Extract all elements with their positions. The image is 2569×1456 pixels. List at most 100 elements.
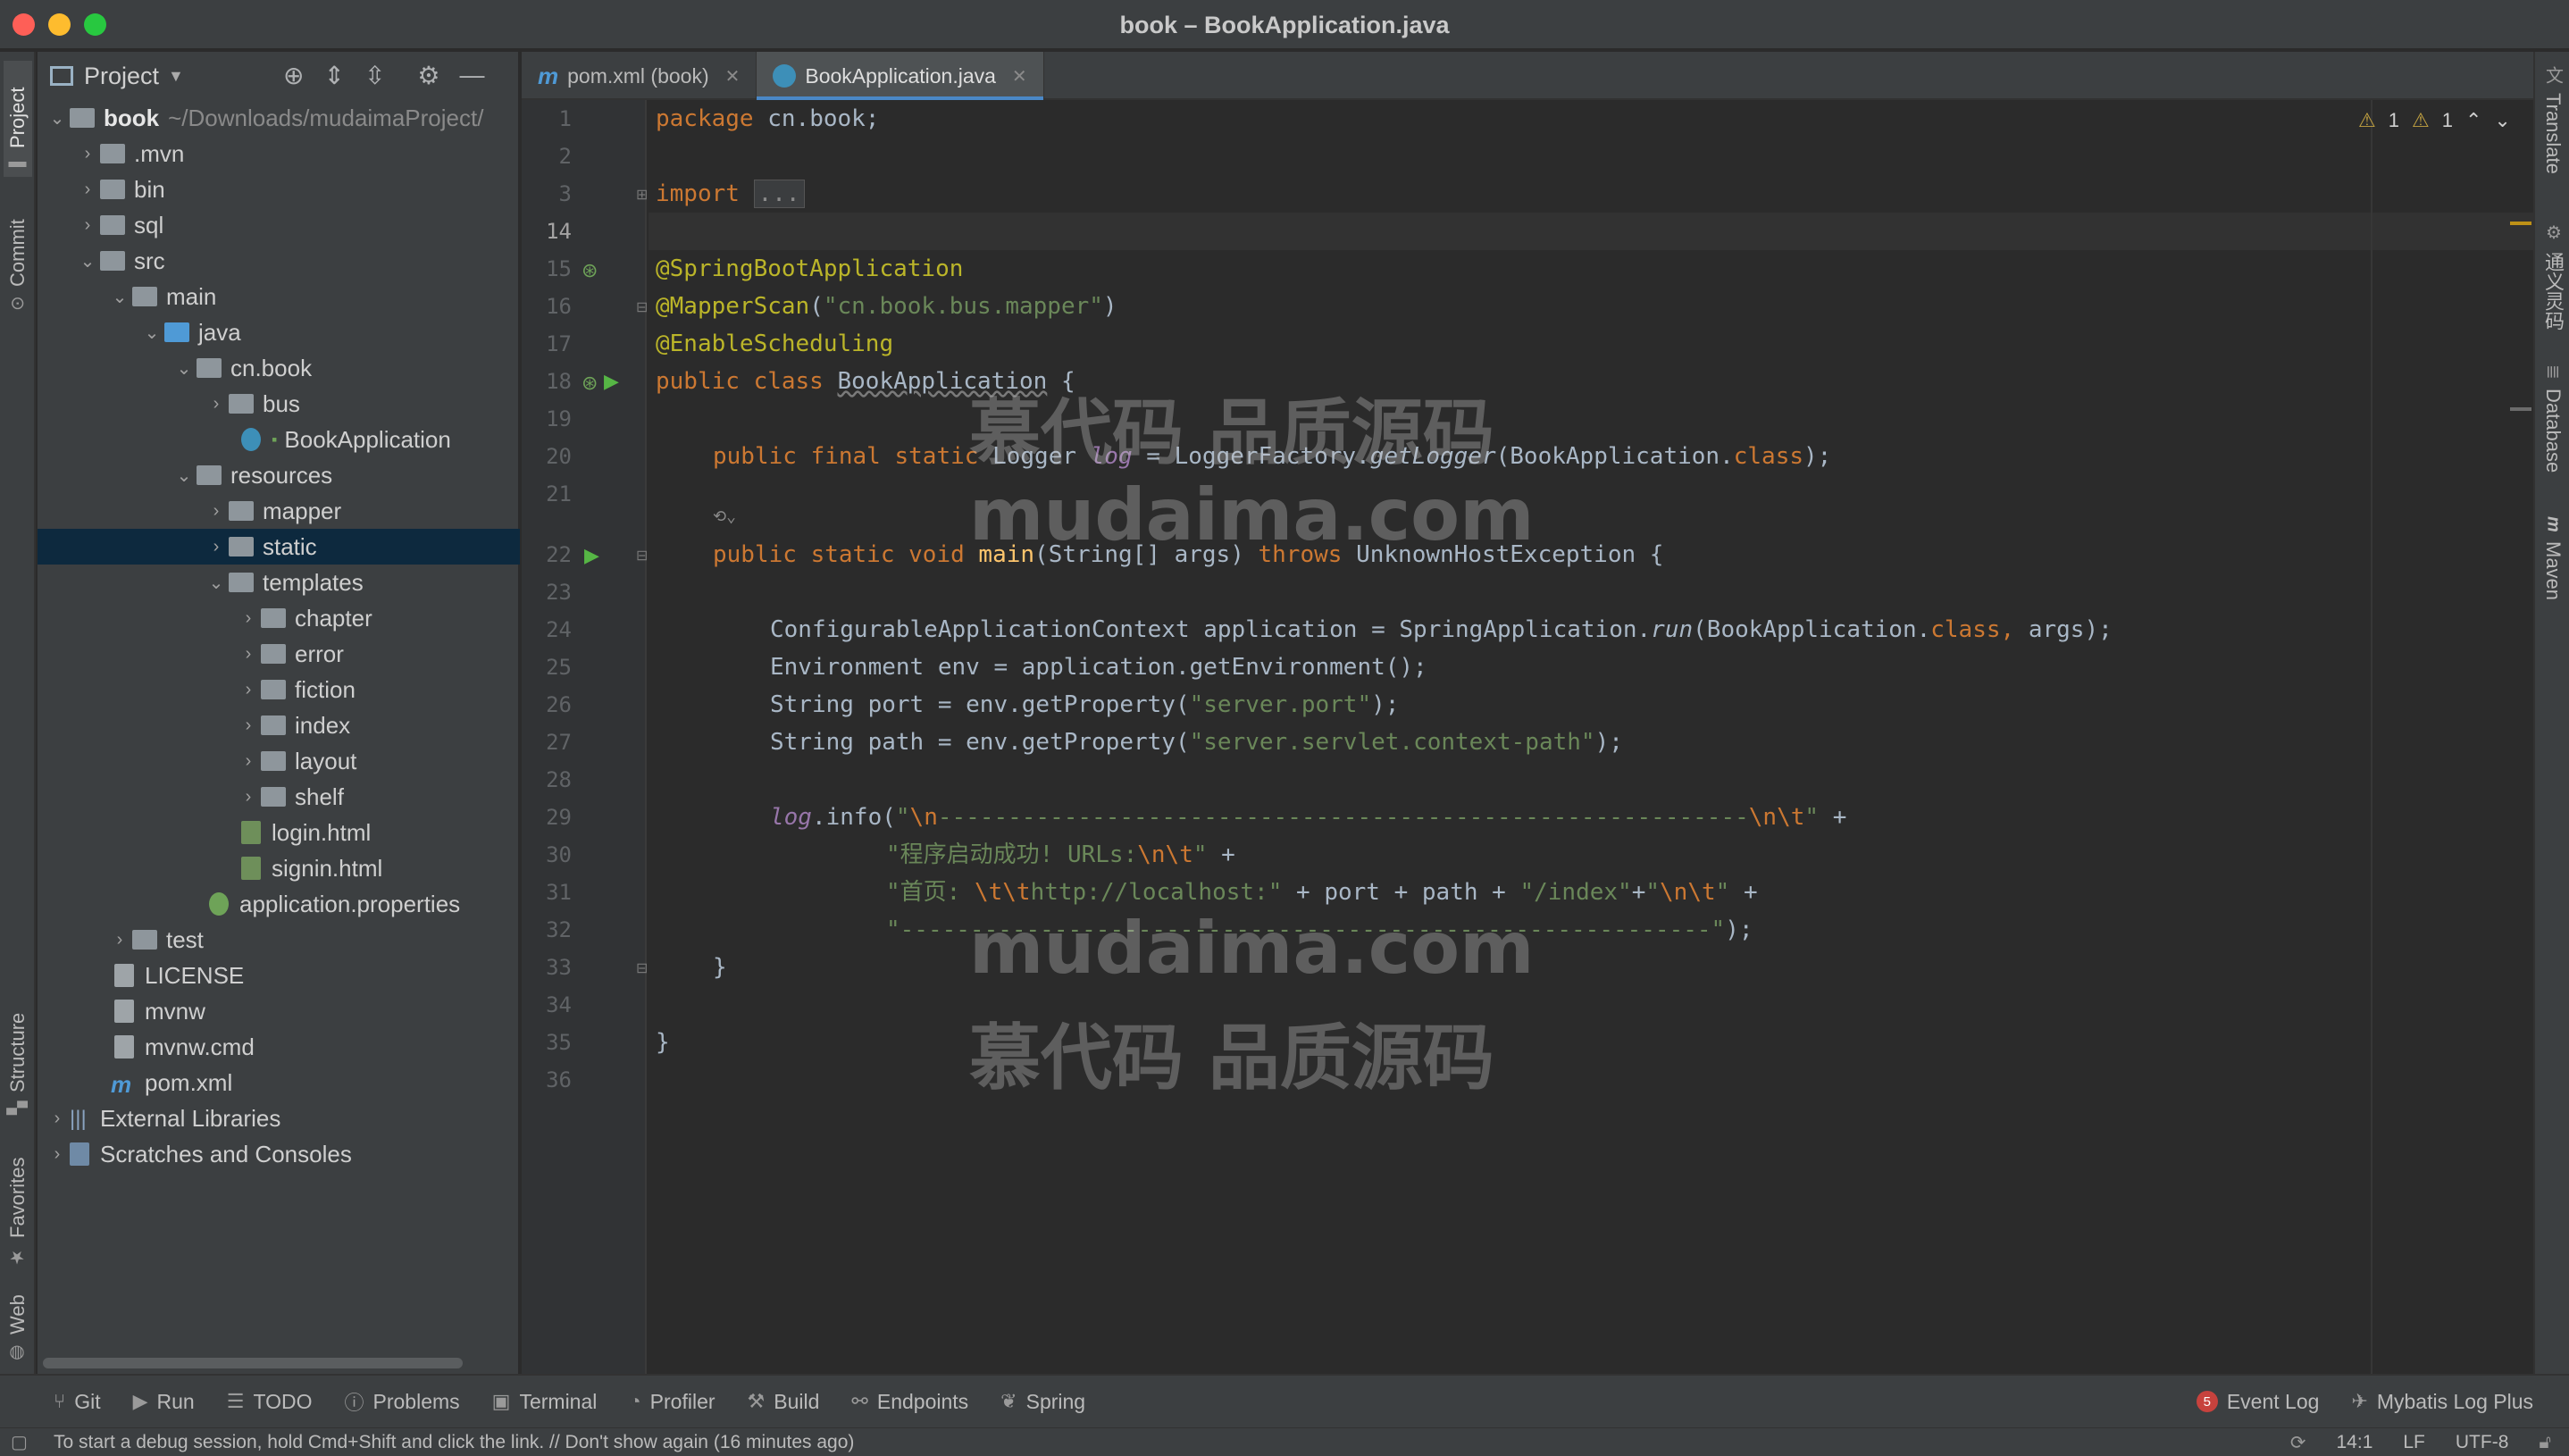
chevron-up-icon[interactable]: ⌃ — [2465, 109, 2481, 132]
chevron-right-icon[interactable]: › — [236, 680, 261, 700]
fold-marker-icon[interactable]: ⊟ — [636, 298, 648, 316]
chevron-right-icon[interactable]: › — [204, 394, 229, 414]
structure-tool-tab[interactable]: ▚ Structure — [4, 981, 32, 1115]
web-tool-tab[interactable]: ◍ Web — [4, 1284, 32, 1365]
tree-item-templates[interactable]: ⌄ templates — [38, 565, 520, 600]
translate-tool-tab[interactable]: 文 Translate — [2539, 66, 2567, 200]
tree-item-signin-html[interactable]: signin.html — [38, 850, 520, 886]
tree-item-book[interactable]: ⌄ book ~/Downloads/mudaimaProject/ — [38, 100, 520, 136]
expand-all-icon[interactable]: ⇕ — [323, 61, 344, 90]
tree-item-error[interactable]: › error — [38, 636, 520, 672]
chevron-right-icon[interactable]: › — [107, 930, 132, 950]
event-log-button[interactable]: 5 Event Log — [2180, 1375, 2336, 1428]
chevron-right-icon[interactable]: › — [45, 1144, 70, 1165]
chevron-right-icon[interactable]: › — [236, 644, 261, 665]
todo-tool-button[interactable]: ☰ TODO — [211, 1375, 329, 1428]
inspection-widget[interactable]: ⚠ 1 ⚠ 1 ⌃ ⌄ — [2358, 109, 2511, 132]
chevron-down-icon[interactable]: ⌄ — [2494, 109, 2510, 132]
chevron-right-icon[interactable]: › — [75, 215, 100, 236]
mybatis-log-button[interactable]: ✈ Mybatis Log Plus — [2335, 1375, 2569, 1428]
chevron-right-icon[interactable]: › — [236, 608, 261, 629]
tree-item-layout[interactable]: › layout — [38, 743, 520, 779]
tree-item-bin[interactable]: › bin — [38, 172, 520, 207]
terminal-tool-button[interactable]: ▣ Terminal — [476, 1375, 614, 1428]
chevron-down-icon[interactable]: ⌄ — [75, 250, 100, 272]
git-tool-button[interactable]: ⑂ Git — [0, 1375, 117, 1428]
tree-item-main[interactable]: ⌄ main — [38, 279, 520, 314]
gear-icon[interactable]: ⚙ — [417, 61, 439, 90]
tree-item-mapper[interactable]: › mapper — [38, 493, 520, 529]
tree-item-static[interactable]: › static — [38, 529, 520, 565]
spring-tool-button[interactable]: ❦ Spring — [984, 1375, 1101, 1428]
database-tool-tab[interactable]: ≣ Database — [2539, 364, 2567, 498]
project-tool-tab[interactable]: ▬ Project — [4, 61, 32, 177]
maven-tool-tab[interactable]: m Maven — [2539, 516, 2567, 623]
tree-item-index[interactable]: › index — [38, 707, 520, 743]
profiler-tool-button[interactable]: ◔ Profiler — [613, 1375, 731, 1428]
hide-panel-icon[interactable]: — — [460, 61, 485, 90]
chevron-right-icon[interactable]: › — [236, 715, 261, 736]
problems-tool-button[interactable]: ⓘ Problems — [328, 1375, 475, 1428]
tree-item-bookapplication[interactable]: ▪ BookApplication — [38, 422, 520, 457]
close-icon[interactable]: ✕ — [1012, 65, 1027, 88]
tree-item-src[interactable]: ⌄ src — [38, 243, 520, 279]
fold-marker-icon[interactable]: ⊟ — [636, 959, 648, 977]
toggle-tool-windows-icon[interactable]: ▢ — [11, 1431, 28, 1453]
run-icon[interactable]: ▶ — [604, 370, 619, 393]
close-icon[interactable]: ✕ — [725, 65, 741, 88]
tree-item-license[interactable]: LICENSE — [38, 958, 520, 993]
chevron-down-icon[interactable]: ⌄ — [204, 572, 229, 594]
chevron-down-icon[interactable]: ⌄ — [172, 357, 197, 380]
status-message[interactable]: To start a debug session, hold Cmd+Shift… — [54, 1432, 854, 1453]
info-stripe[interactable] — [2510, 407, 2531, 411]
tree-item-fiction[interactable]: › fiction — [38, 672, 520, 707]
file-encoding[interactable]: UTF-8 — [2456, 1432, 2509, 1453]
tree-item-java[interactable]: ⌄ java — [38, 314, 520, 350]
tongyi-status-icon[interactable]: ⟳ — [2290, 1432, 2306, 1454]
tree-item-sql[interactable]: › sql — [38, 207, 520, 243]
chevron-down-icon[interactable]: ⌄ — [45, 107, 70, 130]
tree-item-cn-book[interactable]: ⌄ cn.book — [38, 350, 520, 386]
tongyi-tool-tab[interactable]: ⚙ 通义灵码 — [2539, 222, 2567, 364]
tab-bookapplication-java[interactable]: BookApplication.java ✕ — [757, 52, 1044, 100]
spring-bean-icon[interactable]: ⊛ — [582, 372, 598, 395]
ai-hint-icon[interactable]: ⟲⌄ — [713, 498, 736, 536]
favorites-tool-tab[interactable]: ★ Favorites — [4, 1134, 32, 1268]
tree-item-external-libraries[interactable]: › ||| External Libraries — [38, 1100, 520, 1136]
run-tool-button[interactable]: ▶ Run — [117, 1375, 211, 1428]
tree-item-mvn[interactable]: › .mvn — [38, 136, 520, 172]
collapse-all-icon[interactable]: ⇳ — [364, 61, 385, 90]
tab-pom-xml[interactable]: m pom.xml (book) ✕ — [522, 52, 757, 100]
build-tool-button[interactable]: ⚒ Build — [732, 1375, 836, 1428]
spring-bean-icon[interactable]: ⊛ — [582, 259, 598, 282]
tree-item-application-properties[interactable]: application.properties — [38, 886, 520, 922]
tree-item-bus[interactable]: › bus — [38, 386, 520, 422]
tree-item-test[interactable]: › test — [38, 922, 520, 958]
chevron-down-icon[interactable]: ▼ — [168, 67, 184, 86]
folded-imports[interactable]: ... — [753, 180, 805, 208]
tree-item-scratches[interactable]: › Scratches and Consoles — [38, 1136, 520, 1172]
commit-tool-tab[interactable]: ⊙ Commit — [4, 195, 32, 311]
chevron-right-icon[interactable]: › — [75, 180, 100, 200]
tree-item-mvnw[interactable]: mvnw — [38, 993, 520, 1029]
tree-item-login-html[interactable]: login.html — [38, 815, 520, 850]
run-icon[interactable]: ▶ — [584, 544, 599, 567]
chevron-right-icon[interactable]: › — [204, 501, 229, 522]
locate-icon[interactable]: ⊕ — [283, 61, 304, 90]
tree-item-chapter[interactable]: › chapter — [38, 600, 520, 636]
line-separator[interactable]: LF — [2403, 1432, 2425, 1453]
chevron-down-icon[interactable]: ⌄ — [139, 322, 164, 344]
chevron-down-icon[interactable]: ⌄ — [172, 464, 197, 487]
chevron-right-icon[interactable]: › — [236, 787, 261, 807]
warning-stripe[interactable] — [2510, 222, 2531, 225]
code-editor[interactable]: package cn.book; import ... @SpringBootA… — [649, 100, 2533, 1374]
tree-item-resources[interactable]: ⌄ resources — [38, 457, 520, 493]
lock-icon[interactable]: 🔓︎ — [2539, 1432, 2551, 1453]
caret-position[interactable]: 14:1 — [2337, 1432, 2373, 1453]
fold-marker-icon[interactable]: ⊟ — [636, 547, 648, 565]
chevron-right-icon[interactable]: › — [204, 537, 229, 557]
fold-marker-icon[interactable]: ⊞ — [636, 186, 648, 204]
tree-item-pom-xml[interactable]: m pom.xml — [38, 1065, 520, 1100]
endpoints-tool-button[interactable]: ⚯ Endpoints — [835, 1375, 984, 1428]
chevron-right-icon[interactable]: › — [75, 144, 100, 164]
